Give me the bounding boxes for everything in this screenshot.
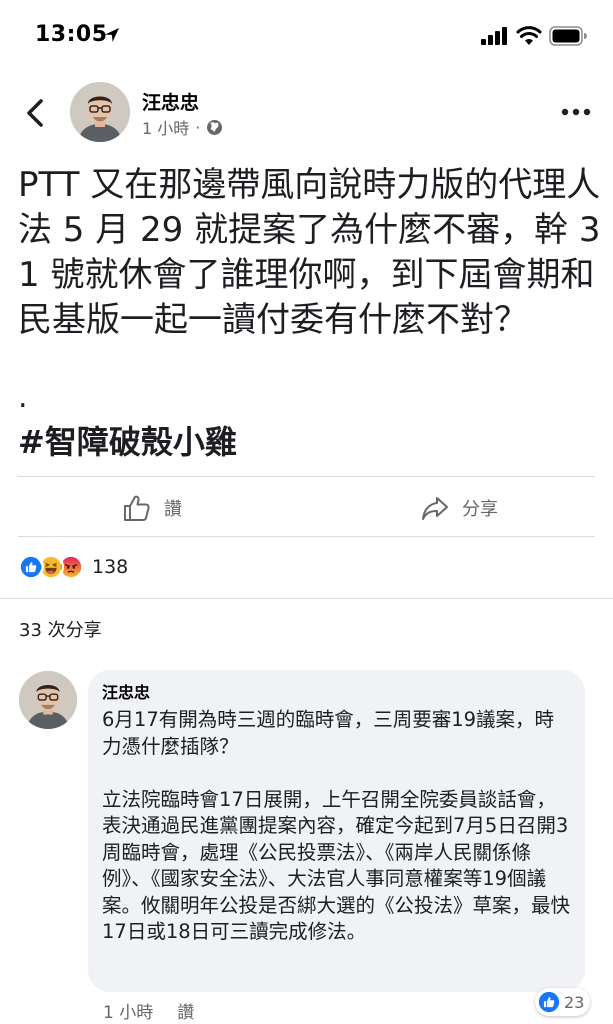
signal-icon (481, 27, 507, 45)
post-meta: 1 小時 · (142, 115, 223, 139)
meta-separator: · (195, 117, 201, 137)
status-bar: 13:05 (0, 0, 613, 70)
comment-bubble[interactable]: 汪忠忠 6月17有開為時三週的臨時會，三周要審19議案，時力憑什麼插隊？ 立法院… (88, 670, 585, 992)
comment-author-avatar[interactable] (19, 671, 77, 729)
reaction-count: 138 (92, 556, 129, 578)
location-arrow-icon (105, 28, 119, 42)
like-reaction-icon (18, 554, 44, 580)
divider (18, 536, 595, 537)
more-options-icon[interactable] (560, 101, 592, 123)
post-hashtag[interactable]: #智障破殼小雞 (18, 420, 237, 464)
like-label: 讚 (164, 499, 182, 520)
share-count[interactable]: 33 次分享 (19, 616, 102, 642)
like-reaction-icon (538, 991, 560, 1013)
post-dot: . (18, 380, 28, 415)
divider (0, 598, 613, 599)
comment-like-button[interactable]: 讚 (177, 998, 194, 1023)
post-text: PTT 又在那邊帶風向說時力版的代理人法 5 月 29 就提案了為什麼不審，幹 … (18, 165, 601, 340)
post-author-name[interactable]: 汪忠忠 (142, 88, 199, 115)
battery-icon (549, 26, 587, 46)
share-button[interactable]: 分享 (420, 488, 498, 528)
comment-text: 6月17有開為時三週的臨時會，三周要審19議案，時力憑什麼插隊？ 立法院臨時會1… (102, 708, 571, 943)
comment-meta: 1 小時 讚 (103, 998, 194, 1023)
globe-icon (207, 119, 223, 135)
reactions-summary[interactable]: 138 (18, 553, 128, 581)
comment-reaction-count[interactable]: 23 (535, 988, 591, 1016)
status-time: 13:05 (35, 22, 108, 47)
back-button[interactable] (24, 98, 46, 128)
comment-like-count: 23 (564, 992, 585, 1012)
share-arrow-icon (422, 497, 448, 520)
like-button[interactable]: 讚 (122, 488, 182, 528)
avatar-photo (19, 671, 77, 729)
comment-time: 1 小時 (103, 1003, 154, 1023)
thumbs-up-icon (124, 495, 150, 521)
avatar-photo (70, 82, 130, 142)
divider (18, 476, 595, 477)
author-avatar[interactable] (70, 82, 130, 142)
comment-author-name[interactable]: 汪忠忠 (102, 682, 571, 704)
wifi-icon (516, 26, 542, 45)
share-label: 分享 (462, 499, 498, 520)
post-time[interactable]: 1 小時 (142, 115, 189, 139)
